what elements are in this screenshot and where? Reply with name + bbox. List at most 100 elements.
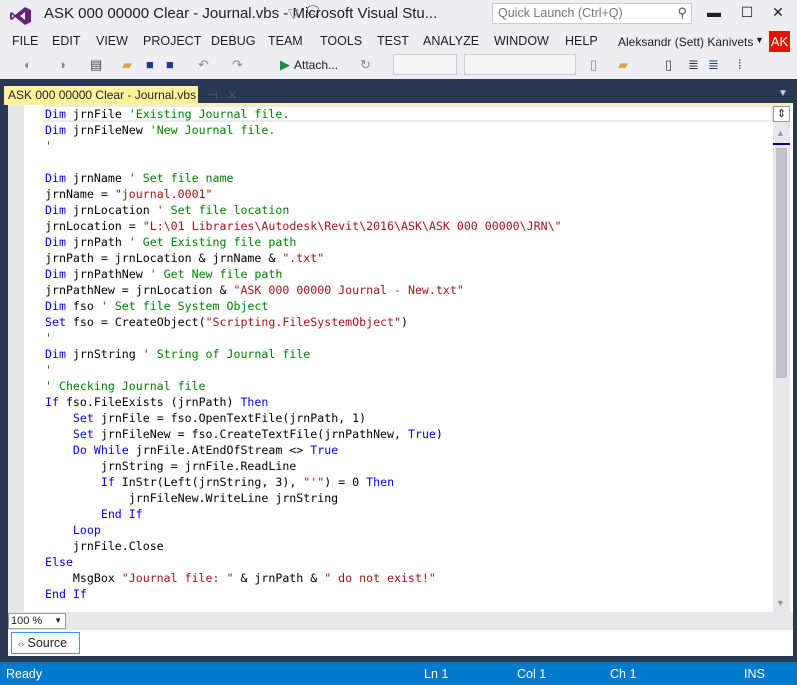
code-text-token: jrnFile — [65, 107, 129, 121]
menu-window[interactable]: WINDOW — [494, 34, 549, 48]
code-comment: ' — [45, 139, 52, 153]
scroll-down-icon[interactable]: ▼ — [776, 598, 785, 608]
code-text-token: jrnString = jrnFile.ReadLine — [45, 459, 297, 473]
undo-icon[interactable]: ↶ — [198, 57, 209, 73]
code-line: jrnLocation = "L:\01 Libraries\Autodesk\… — [45, 218, 562, 234]
menu-edit[interactable]: EDIT — [52, 34, 80, 48]
code-line: Loop — [45, 522, 562, 538]
minimize-button[interactable]: ▬ — [700, 4, 728, 20]
code-keyword: Else — [45, 555, 73, 569]
scrollbar-thumb[interactable] — [776, 148, 787, 378]
toolbar-overflow-icon[interactable]: ⁞ — [738, 57, 742, 72]
code-keyword: True — [407, 427, 436, 441]
menu-team[interactable]: TEAM — [268, 34, 303, 48]
code-text-token: jrnName — [65, 171, 129, 185]
code-text-token: jrnName = — [45, 187, 115, 201]
code-comment: 'New Journal file. — [149, 123, 276, 137]
code-text-token: fso — [65, 299, 101, 313]
find-in-files-icon[interactable]: ▰ — [618, 57, 628, 73]
menu-test[interactable]: TEST — [377, 34, 409, 48]
user-name[interactable]: Aleksandr (Sett) Kanivets — [618, 35, 753, 49]
configuration-dropdown[interactable] — [393, 54, 457, 75]
open-file-icon[interactable]: ▰ — [122, 57, 132, 73]
status-bar: Ready Ln 1 Col 1 Ch 1 INS — [0, 662, 797, 685]
close-tab-icon[interactable]: ✕ — [227, 88, 237, 102]
code-keyword: Dim — [45, 347, 66, 361]
code-text-token: jrnFile = fso.OpenTextFile(jrnPath, 1) — [93, 411, 367, 425]
code-string: " do not exist!" — [324, 571, 436, 585]
code-keyword: If — [45, 395, 59, 409]
code-string: "ASK 000 00000 Journal - New.txt" — [233, 283, 464, 297]
code-text[interactable]: Dim jrnFile 'Existing Journal file. Dim j… — [45, 106, 562, 602]
code-line: ' Checking Journal file — [45, 378, 562, 394]
code-line: ' — [45, 330, 562, 346]
quick-launch-input[interactable]: Quick Launch (Ctrl+Q) ⚲ — [492, 3, 692, 24]
horizontal-scrollbar[interactable] — [8, 612, 793, 630]
code-keyword: Dim — [45, 299, 66, 313]
pin-icon[interactable]: ⊣ — [207, 88, 217, 102]
feedback-icon[interactable]: 🗨 — [304, 3, 322, 20]
attach-button[interactable]: Attach... — [294, 58, 338, 72]
menu-view[interactable]: VIEW — [96, 34, 128, 48]
code-keyword: Dim — [45, 203, 66, 217]
new-project-icon[interactable]: ▤ — [90, 57, 102, 73]
device-icon[interactable]: ▯ — [590, 57, 597, 73]
notifications-filter-icon[interactable]: ▽ — [288, 5, 299, 22]
forward-icon[interactable]: ◑ — [58, 57, 66, 72]
code-line: ' — [45, 362, 562, 378]
maximize-button[interactable]: ☐ — [733, 4, 761, 21]
code-line: Dim jrnString ' String of Journal file — [45, 346, 562, 362]
save-all-icon[interactable]: ■ — [166, 57, 174, 72]
code-keyword: Dim — [45, 267, 66, 281]
user-dropdown-icon[interactable]: ▼ — [755, 35, 764, 45]
code-text-token: jrnPathNew = jrnLocation & — [45, 283, 234, 297]
zoom-dropdown[interactable]: 100 % ▼ — [8, 613, 66, 629]
code-text-token: jrnString — [65, 347, 143, 361]
format-icon[interactable]: ≣ — [688, 57, 699, 73]
split-editor-icon[interactable]: ⇕ — [773, 106, 790, 122]
close-button[interactable]: ✕ — [764, 4, 792, 21]
scroll-up-icon[interactable]: ▲ — [776, 128, 785, 138]
menu-tools[interactable]: TOOLS — [320, 34, 362, 48]
tab-list-dropdown-icon[interactable]: ▼ — [778, 88, 788, 99]
tab-journal-vbs[interactable]: ASK 000 00000 Clear - Journal.vbs ⊣ ✕ — [4, 86, 237, 104]
code-text-token: jrnFileNew.WriteLine jrnString — [45, 491, 339, 505]
redo-icon[interactable]: ↷ — [232, 57, 243, 73]
code-comment: ' Get New file path — [149, 267, 283, 281]
comment-icon[interactable]: ≣ — [708, 57, 719, 73]
code-comment: ' String of Journal file — [142, 347, 311, 361]
start-icon[interactable]: ▶ — [280, 57, 290, 73]
menu-file[interactable]: FILE — [12, 34, 38, 48]
save-icon[interactable]: ■ — [146, 57, 154, 72]
menu-analyze[interactable]: ANALYZE — [423, 34, 479, 48]
editor-margin — [8, 105, 24, 612]
menu-project[interactable]: PROJECT — [143, 34, 201, 48]
menu-help[interactable]: HELP — [565, 34, 598, 48]
status-ready: Ready — [6, 667, 43, 681]
code-keyword: Set — [45, 315, 66, 329]
search-icon[interactable]: ⚲ — [677, 5, 687, 21]
code-keyword: Set — [72, 427, 94, 441]
source-view-button[interactable]: ‹› Source — [11, 632, 80, 654]
platform-dropdown[interactable] — [464, 54, 576, 75]
code-line: jrnPath = jrnLocation & jrnName & ".txt" — [45, 250, 562, 266]
code-line: End If — [45, 586, 562, 602]
code-line: If InStr(Left(jrnString, 3), "'") = 0 Th… — [45, 474, 562, 490]
source-code-icon: ‹› — [18, 639, 24, 649]
zoom-value: 100 % — [11, 615, 43, 627]
code-string: "'" — [303, 475, 325, 489]
avatar[interactable]: AK — [769, 31, 790, 52]
tab-label: ASK 000 00000 Clear - Journal.vbs — [8, 88, 197, 102]
code-keyword: If — [100, 475, 115, 489]
document-icon[interactable]: ▯ — [665, 57, 672, 73]
code-keyword: Dim — [45, 171, 66, 185]
code-keyword: Then — [240, 395, 269, 409]
code-line: If fso.FileExists (jrnPath) Then — [45, 394, 562, 410]
refresh-icon[interactable]: ↻ — [360, 57, 371, 73]
menu-debug[interactable]: DEBUG — [211, 34, 255, 48]
back-icon[interactable]: ◐ — [24, 57, 32, 72]
code-line: jrnFileNew.WriteLine jrnString — [45, 490, 562, 506]
